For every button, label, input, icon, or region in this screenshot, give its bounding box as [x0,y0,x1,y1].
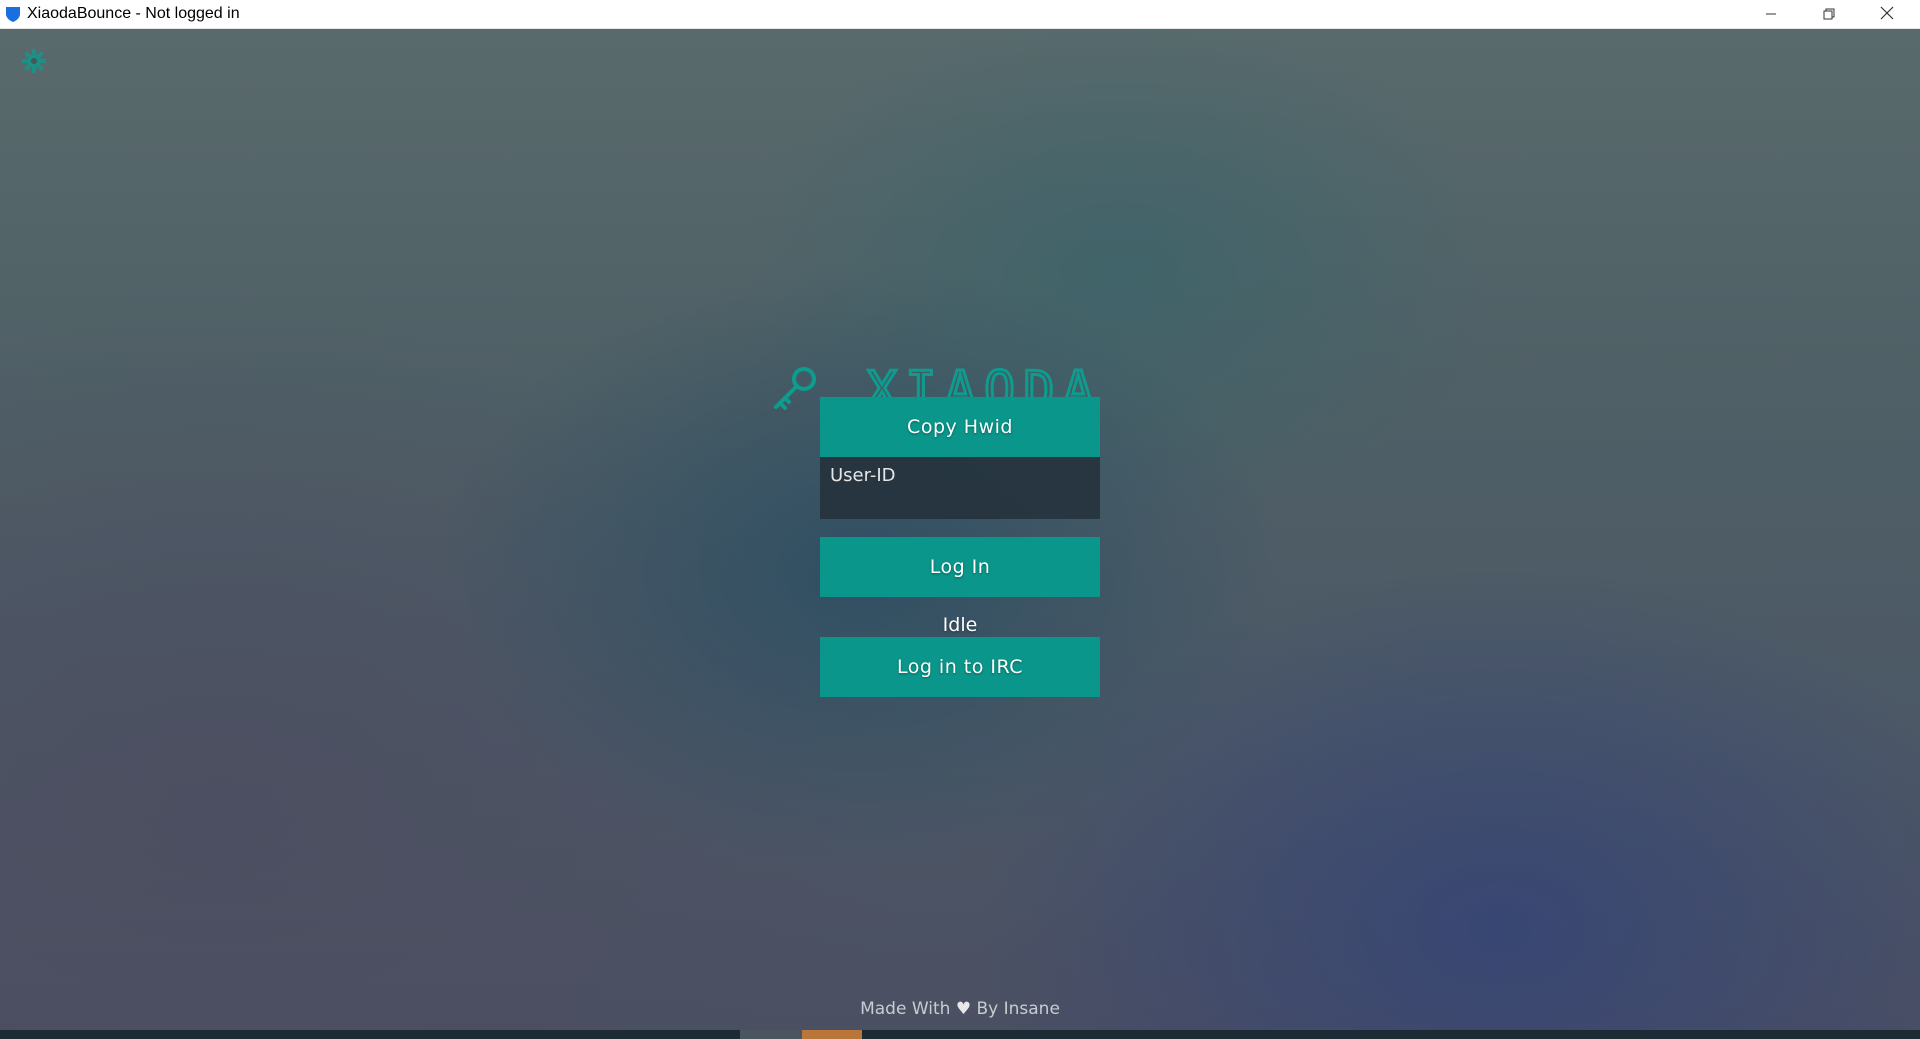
footer-suffix: By Insane [976,999,1060,1019]
irc-login-button[interactable]: Log in to IRC [820,637,1100,697]
userid-input[interactable] [830,465,1090,486]
title-bar[interactable]: XiaodaBounce - Not logged in [0,0,1920,29]
taskbar-item[interactable] [740,1030,802,1039]
gear-icon[interactable] [20,47,48,75]
key-icon [774,367,816,410]
heart-icon: ♥ [955,999,972,1019]
irc-login-label: Log in to IRC [896,656,1024,678]
close-button[interactable] [1858,0,1916,29]
minimize-icon [1765,5,1777,24]
close-icon [1880,5,1894,24]
taskbar-item-active[interactable] [802,1030,862,1039]
copy-hwid-button[interactable]: Copy Hwid [820,397,1100,457]
shield-icon [4,5,22,23]
footer-prefix: Made With [860,999,951,1019]
window-title: XiaodaBounce - Not logged in [27,5,240,22]
footer-credit: Made With ♥ By Insane [760,999,1160,1019]
minimize-button[interactable] [1742,0,1800,29]
restore-icon [1823,5,1835,24]
login-button[interactable]: Log In [820,537,1100,597]
login-screen: XIAODA Copy Hwid Log In Idle Log in to I… [0,29,1920,1030]
userid-field[interactable] [820,457,1100,519]
taskbar [0,1030,1920,1039]
status-text: Idle [942,614,978,636]
app-window: XiaodaBounce - Not logged in XIAODA Copy… [0,0,1920,1039]
copy-hwid-label: Copy Hwid [907,416,1013,438]
restore-button[interactable] [1800,0,1858,29]
login-label: Log In [929,556,991,578]
